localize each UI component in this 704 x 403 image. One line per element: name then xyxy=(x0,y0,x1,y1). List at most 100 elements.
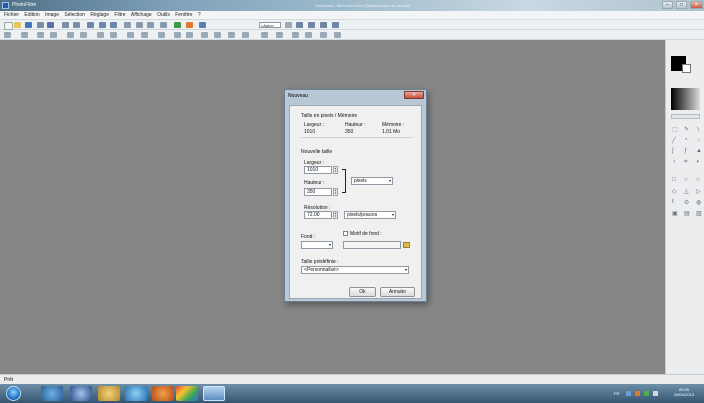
filter-18-icon[interactable] xyxy=(261,32,268,38)
rect-select-icon[interactable]: □ xyxy=(672,177,676,183)
taskbar-browser-icon[interactable] xyxy=(41,386,63,401)
print-icon[interactable] xyxy=(37,22,44,28)
pipette-icon[interactable]: ✎ xyxy=(684,126,689,133)
tray-flag-icon[interactable] xyxy=(635,391,640,396)
taskbar-explorer-icon[interactable] xyxy=(98,386,120,401)
filter-13-icon[interactable] xyxy=(186,32,193,38)
filter-16-icon[interactable] xyxy=(228,32,235,38)
resolution-spinner[interactable]: ▴ ▾ xyxy=(333,211,338,219)
crop-icon[interactable] xyxy=(110,22,117,28)
round-rect-select-icon[interactable]: ○ xyxy=(696,177,700,183)
spray-icon[interactable]: ⁘ xyxy=(696,137,701,144)
fullscreen-icon[interactable] xyxy=(199,22,206,28)
menu-filtre[interactable]: Filtre xyxy=(114,11,125,20)
filter-19-icon[interactable] xyxy=(276,32,283,38)
background-color-select[interactable]: ▾ xyxy=(301,241,333,249)
image-size-icon[interactable] xyxy=(87,22,94,28)
unit-select[interactable]: pixels ▾ xyxy=(351,177,393,185)
gradient-preview[interactable] xyxy=(671,88,700,110)
menu-affichage[interactable]: Affichage xyxy=(131,11,152,20)
zoom-in-icon[interactable] xyxy=(296,22,303,28)
width-input[interactable]: 1010 xyxy=(304,166,332,174)
fill-icon[interactable]: ◔ xyxy=(684,137,688,143)
filter-21-icon[interactable] xyxy=(305,32,312,38)
folder-icon[interactable] xyxy=(403,242,410,248)
zoom-step-icon[interactable] xyxy=(285,22,292,28)
menu-selection[interactable]: Sélection xyxy=(64,11,85,20)
filter-17-icon[interactable] xyxy=(242,32,249,38)
stamp-icon[interactable]: ◗ xyxy=(696,159,700,165)
filter-14-icon[interactable] xyxy=(201,32,208,38)
triangle-select-icon[interactable]: △ xyxy=(684,188,689,195)
zoom-select[interactable]: <Auto> xyxy=(259,22,281,28)
undo-icon[interactable] xyxy=(62,22,69,28)
paste-icon[interactable] xyxy=(136,22,143,28)
filter-8-icon[interactable] xyxy=(110,32,117,38)
new-icon[interactable] xyxy=(4,22,13,30)
menu-edition[interactable]: Edition xyxy=(24,11,39,20)
arrow-select-icon[interactable]: ▷ xyxy=(696,188,701,195)
save-icon[interactable] xyxy=(25,22,32,28)
filter-12-icon[interactable] xyxy=(174,32,181,38)
filter-10-icon[interactable] xyxy=(141,32,148,38)
redo-icon[interactable] xyxy=(73,22,80,28)
scan-icon[interactable] xyxy=(47,22,54,28)
resolution-input[interactable]: 72.00 xyxy=(304,211,332,219)
clone-icon[interactable]: ♁ xyxy=(672,159,677,165)
width-spinner[interactable]: ▴ ▾ xyxy=(333,166,338,174)
dialog-close-button[interactable]: ✕ xyxy=(404,91,424,99)
text-icon[interactable] xyxy=(160,22,167,28)
start-button[interactable] xyxy=(6,386,21,401)
option-1-icon[interactable]: ▣ xyxy=(672,210,678,217)
filter-4-icon[interactable] xyxy=(50,32,57,38)
filter-7-icon[interactable] xyxy=(97,32,104,38)
ok-button[interactable]: Ok xyxy=(349,287,376,297)
taskbar-firefox-icon[interactable] xyxy=(152,386,174,401)
smudge-icon[interactable]: ▲ xyxy=(696,148,702,154)
background-color[interactable] xyxy=(682,64,691,73)
open-icon[interactable] xyxy=(14,22,21,28)
copy-icon[interactable] xyxy=(124,22,131,28)
language-indicator[interactable]: FR xyxy=(614,391,619,396)
color-icon[interactable] xyxy=(186,22,193,28)
actual-size-icon[interactable] xyxy=(320,22,327,28)
resolution-unit-select[interactable]: pixels/pouces ▾ xyxy=(344,211,396,219)
clock[interactable]: 09:26 26/04/2013 xyxy=(674,387,694,397)
histogram-icon[interactable] xyxy=(174,22,181,28)
close-button[interactable]: ✕ xyxy=(690,1,703,9)
tray-arrow-icon[interactable] xyxy=(626,391,631,396)
paste-new-icon[interactable] xyxy=(147,22,154,28)
taskbar-photofiltre-icon[interactable] xyxy=(203,386,225,401)
brush-icon[interactable]: ∫ xyxy=(672,148,674,154)
fit-window-icon[interactable] xyxy=(332,22,339,28)
taskbar-ie-icon[interactable] xyxy=(125,386,147,401)
cancel-button[interactable]: Annuler xyxy=(380,287,415,297)
taskbar-paint-icon[interactable] xyxy=(176,386,198,401)
option-3-icon[interactable]: ▥ xyxy=(696,210,702,217)
menu-help[interactable]: ? xyxy=(198,11,201,20)
height-spinner[interactable]: ▴ ▾ xyxy=(333,188,338,196)
filter-15-icon[interactable] xyxy=(214,32,221,38)
height-input[interactable]: 350 xyxy=(304,188,332,196)
lasso-icon[interactable]: ℓ xyxy=(672,199,674,205)
filter-22-icon[interactable] xyxy=(320,32,327,38)
maximize-button[interactable]: □ xyxy=(676,1,687,9)
filter-11-icon[interactable] xyxy=(158,32,165,38)
free-select-icon[interactable]: ⊘ xyxy=(684,199,689,206)
blur-icon[interactable]: ƒ xyxy=(684,148,687,154)
menu-image[interactable]: Image xyxy=(45,11,59,20)
polygon-select-icon[interactable]: ◇ xyxy=(672,188,677,195)
filter-6-icon[interactable] xyxy=(80,32,87,38)
preset-select[interactable]: <Personnalisé> ▾ xyxy=(301,266,409,274)
filter-23-icon[interactable] xyxy=(334,32,341,38)
ellipse-select-icon[interactable]: ○ xyxy=(684,177,688,183)
filter-2-icon[interactable] xyxy=(21,32,28,38)
pattern-checkbox[interactable] xyxy=(343,231,348,236)
line-icon[interactable]: ╱ xyxy=(672,137,676,144)
canvas-size-icon[interactable] xyxy=(99,22,106,28)
filter-9-icon[interactable] xyxy=(127,32,134,38)
menu-fenetre[interactable]: Fenêtre xyxy=(175,11,192,20)
magic-select-icon[interactable]: ◍ xyxy=(696,199,701,206)
filter-5-icon[interactable] xyxy=(67,32,74,38)
taskbar-media-icon[interactable] xyxy=(70,386,92,401)
